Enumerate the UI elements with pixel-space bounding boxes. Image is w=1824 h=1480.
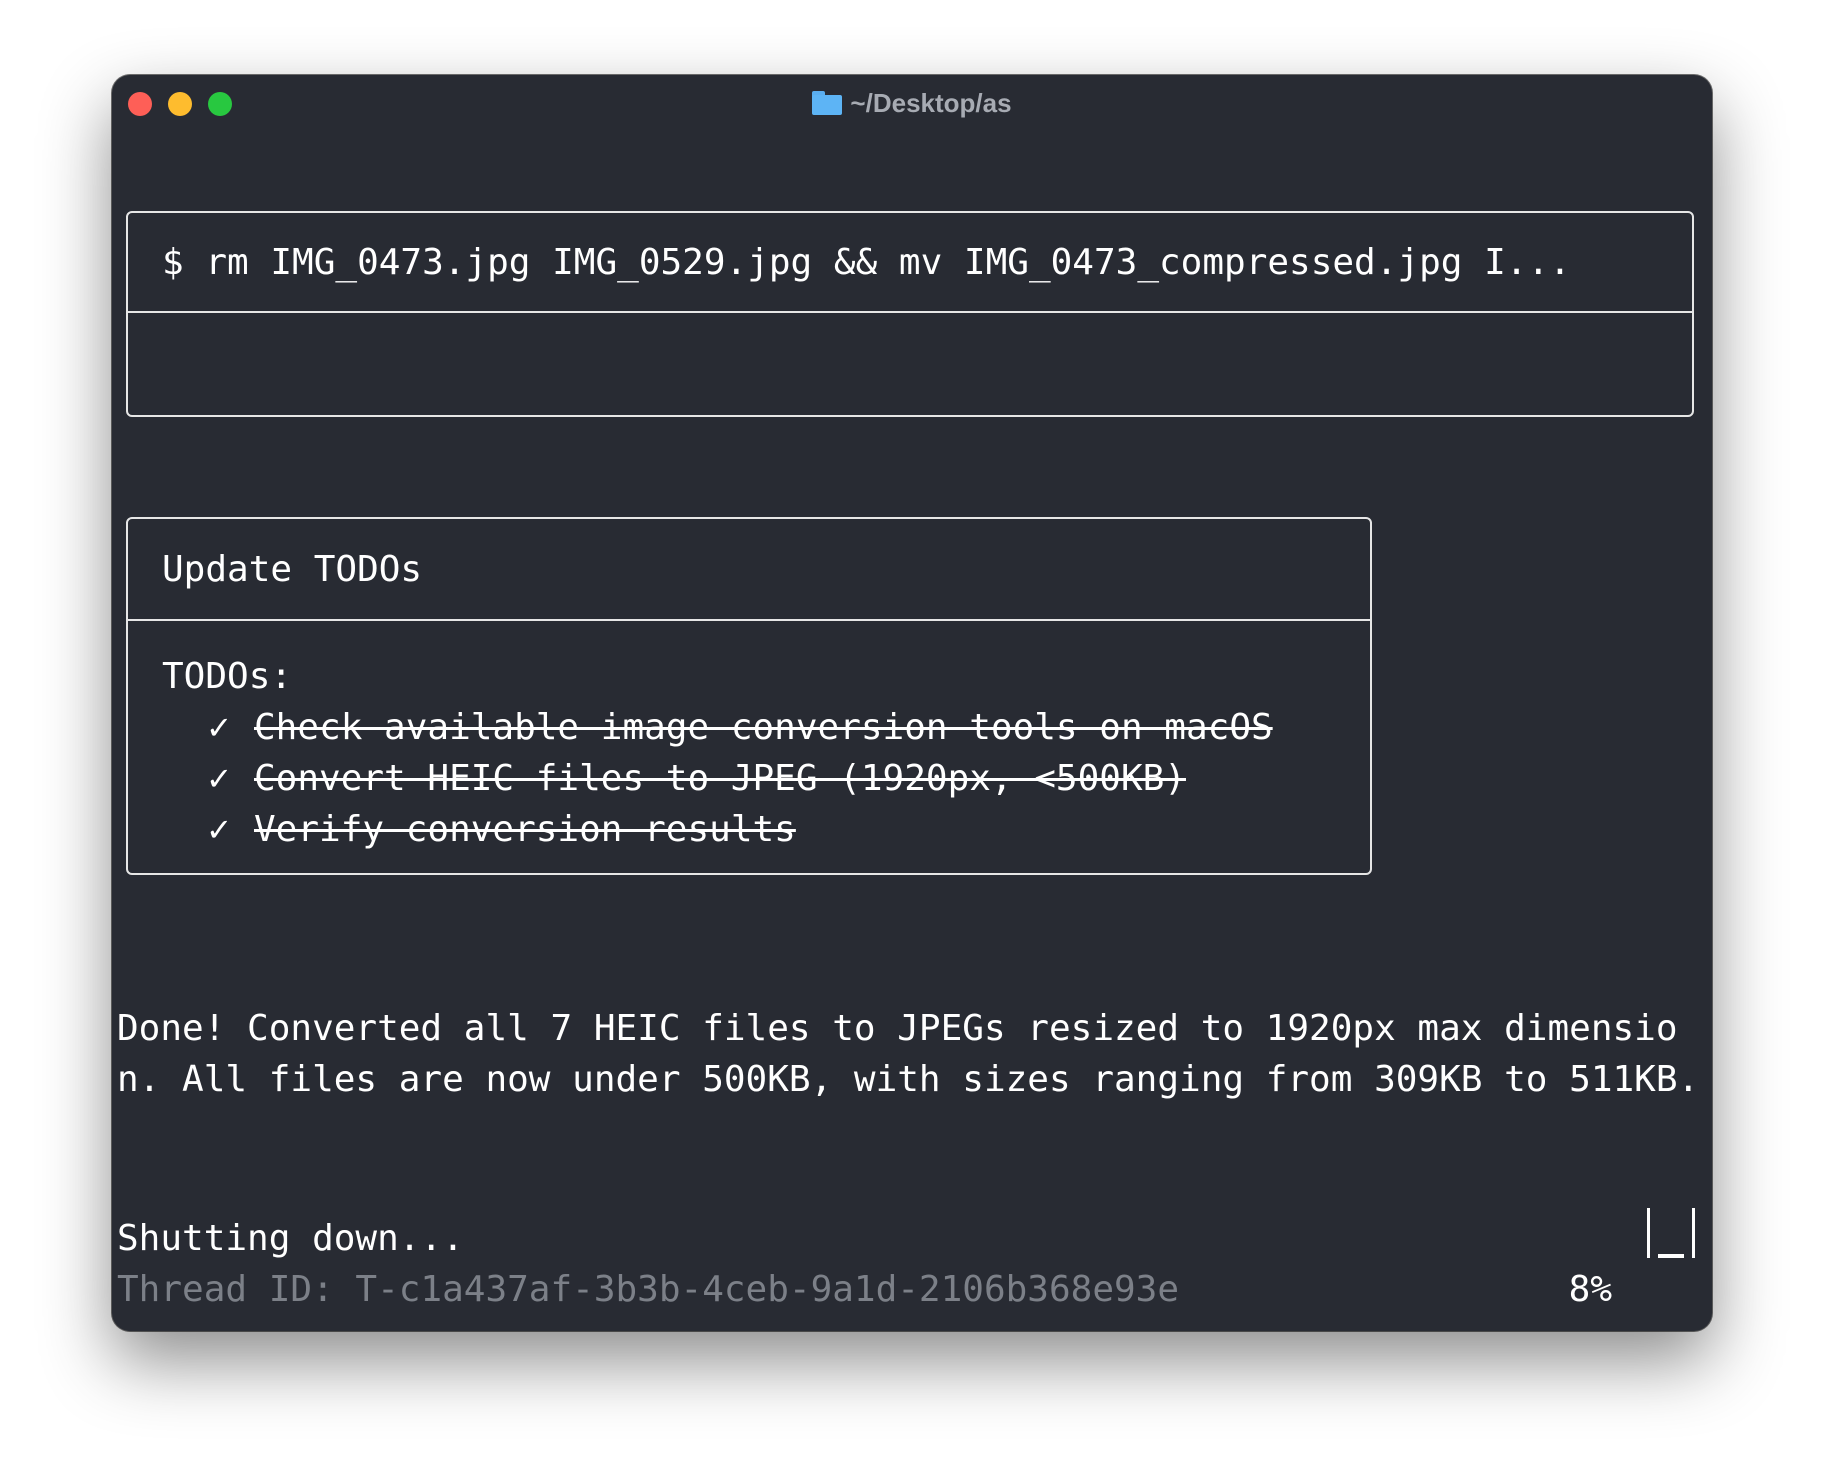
thread-id: Thread ID: T-c1a437af-3b3b-4ceb-9a1d-210… [117, 1269, 1180, 1310]
terminal-window: ~/Desktop/as $ rm IMG_0473.jpg IMG_0529.… [112, 75, 1712, 1331]
window-title: ~/Desktop/as [112, 87, 1712, 119]
todo-body: TODOs: ✓ Check available image conversion… [128, 621, 1370, 855]
result-message: Done! Converted all 7 HEIC files to JPEG… [117, 1008, 1700, 1100]
command-text: $ rm IMG_0473.jpg IMG_0529.jpg && mv IMG… [128, 213, 1692, 313]
context-meter-fill [1658, 1254, 1684, 1258]
context-meter [1647, 1208, 1695, 1258]
checkmark-icon: ✓ [208, 707, 230, 748]
command-block: $ rm IMG_0473.jpg IMG_0529.jpg && mv IMG… [126, 211, 1694, 417]
todo-item: ✓ Verify conversion results [162, 804, 1370, 855]
todo-item: ✓ Convert HEIC files to JPEG (1920px, <50… [162, 753, 1370, 804]
todo-header: Update TODOs [128, 519, 1370, 621]
todo-label: TODOs: [162, 656, 293, 697]
todo-block: Update TODOs TODOs: ✓ Check available ima… [126, 517, 1372, 875]
todo-item-text: Verify conversion results [254, 809, 796, 850]
context-percent: 8% [1568, 1269, 1612, 1310]
checkmark-icon: ✓ [208, 758, 230, 799]
title-bar[interactable]: ~/Desktop/as [112, 75, 1712, 131]
todo-item-text: Check available image conversion tools o… [254, 707, 1273, 748]
checkmark-icon: ✓ [208, 809, 230, 850]
window-title-text: ~/Desktop/as [850, 88, 1012, 118]
shutdown-text: Shutting down... [117, 1218, 464, 1259]
todo-item-text: Convert HEIC files to JPEG (1920px, <500… [254, 758, 1186, 799]
folder-icon [812, 91, 843, 115]
todo-item: ✓ Check available image conversion tools … [162, 702, 1370, 753]
